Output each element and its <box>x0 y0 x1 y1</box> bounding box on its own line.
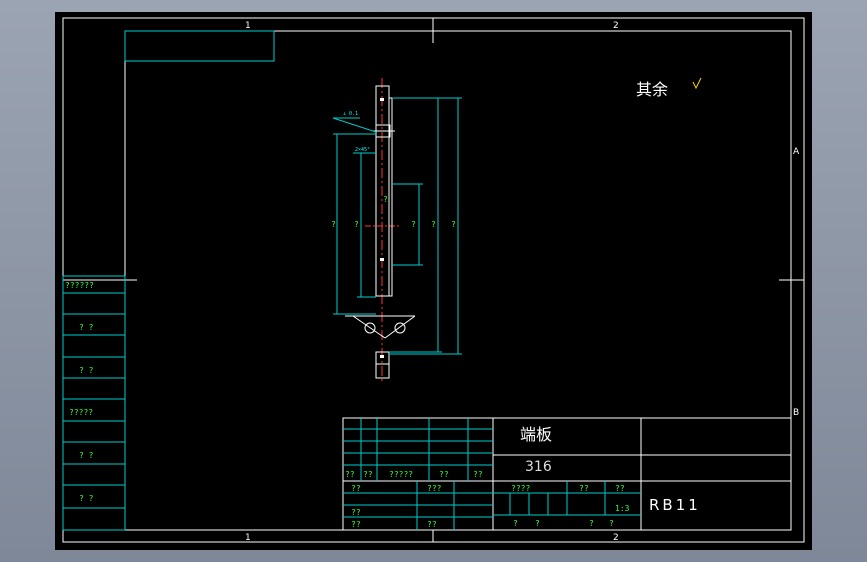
tb-label: ?? <box>345 470 355 479</box>
roughness-symbol <box>692 77 702 90</box>
tb-label: ?? <box>439 470 449 479</box>
tb-label: ?? <box>579 484 589 493</box>
stamp-label: ? ? <box>79 366 94 375</box>
tb-label: ?? <box>351 484 361 493</box>
tb-label: ? <box>513 519 518 528</box>
stamp-label: ? ? <box>79 323 94 332</box>
title-block: ?? ?? ????? ?? ?? ?? ??? ?? ?? ?? ???? ?… <box>342 417 792 531</box>
dim-label: ? <box>331 220 336 229</box>
dim-label: ? <box>431 220 436 229</box>
dim-label: ? <box>383 195 388 204</box>
drawing-number: RB11 <box>649 496 701 514</box>
zone-right-b: B <box>793 408 799 418</box>
tb-label: ?? <box>427 520 437 529</box>
scale-value: 1:3 <box>615 504 630 513</box>
tb-label: ?? <box>473 470 483 479</box>
drawing-sheet: 1 2 1 2 A B 其余 ?????? ? ? ? ? ????? ? ? … <box>62 17 805 543</box>
tb-label: ?? <box>351 520 361 529</box>
tb-label: ?? <box>351 508 361 517</box>
tb-label: ??? <box>427 484 442 493</box>
stamp-label: ?????? <box>65 281 94 290</box>
zone-bottom-1: 1 <box>245 533 251 543</box>
dim-label: ? <box>411 220 416 229</box>
outer-border <box>62 17 805 543</box>
tb-label: ?? <box>615 484 625 493</box>
tb-label: ???? <box>511 484 530 493</box>
tab-note: ⊥ 0.1 <box>343 111 358 117</box>
cad-viewport[interactable]: 1 2 1 2 A B 其余 ?????? ? ? ? ? ????? ? ? … <box>55 12 812 550</box>
part-view: ⊥ 0.1 2×45° ? ? ? ? ? ? <box>331 78 462 382</box>
chamfer-note: 2×45° <box>355 147 370 153</box>
dim-label: ? <box>451 220 456 229</box>
tb-label: ????? <box>389 470 413 479</box>
tb-label: ?? <box>363 470 373 479</box>
tb-label: ? <box>609 519 614 528</box>
reverse-title-box <box>124 30 275 62</box>
zone-right-a: A <box>793 147 800 157</box>
dim-label: ? <box>354 220 359 229</box>
tb-label: ? <box>535 519 540 528</box>
stamp-label: ????? <box>69 408 93 417</box>
stamp-label: ? ? <box>79 494 94 503</box>
tb-label: ? <box>589 519 594 528</box>
stamp-label: ? ? <box>79 451 94 460</box>
material: 316 <box>525 459 552 475</box>
zone-bottom-2: 2 <box>613 533 619 543</box>
side-stamp: ?????? ? ? ? ? ????? ? ? ? ? <box>62 275 126 531</box>
zone-top-2: 2 <box>613 21 619 31</box>
roughness-note: 其余 <box>636 80 668 99</box>
part-name: 端板 <box>520 425 552 444</box>
zone-top-1: 1 <box>245 21 251 31</box>
